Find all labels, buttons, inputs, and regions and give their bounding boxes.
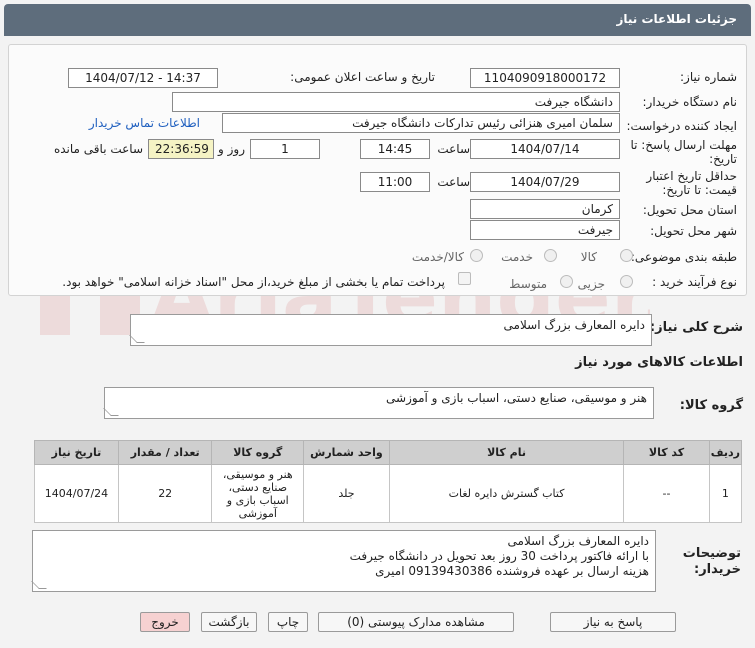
- process-label: نوع فرآیند خرید :: [652, 275, 737, 289]
- city-label: شهر محل تحویل:: [650, 224, 737, 238]
- cell-row-number: 1: [708, 464, 743, 523]
- announce-label: تاریخ و ساعت اعلان عمومی:: [290, 70, 435, 84]
- goods-group-text: هنر و موسیقی، صنایع دستی، اسباب بازی و آ…: [386, 391, 647, 405]
- page-title: جزئیات اطلاعات نیاز: [616, 12, 737, 26]
- notes-label-buyer: خریدار:: [694, 562, 741, 577]
- process-option-medium: متوسط: [509, 277, 547, 291]
- print-button[interactable]: چاپ: [268, 612, 308, 632]
- exit-button[interactable]: خروج: [140, 612, 190, 632]
- cell-group: هنر و موسیقی، صنایع دستی، اسباب بازی و آ…: [211, 464, 305, 523]
- treasury-checkbox[interactable]: [458, 272, 471, 285]
- notes-line-2: با ارائه فاکتور پرداخت 30 روز بعد تحویل …: [349, 549, 649, 563]
- attachments-button[interactable]: مشاهده مدارک پیوستی (0): [318, 612, 514, 632]
- validity-label-date: قیمت: تا تاریخ:: [662, 183, 737, 197]
- days-label: روز و: [218, 142, 245, 156]
- deadline-label: مهلت ارسال پاسخ: تا: [630, 138, 737, 152]
- goods-table: ردیف کد کالا نام کالا واحد شمارش گروه کا…: [34, 440, 743, 523]
- col-row-number: ردیف: [708, 440, 743, 465]
- table-row: 1 -- کتاب گسترش دایره لغات جلد هنر و موس…: [34, 464, 743, 523]
- process-option-minor: جزیی: [577, 277, 605, 291]
- summary-label: شرح کلی نیاز:: [649, 320, 743, 335]
- summary-textarea[interactable]: دایره المعارف بزرگ اسلامی: [129, 314, 652, 346]
- col-unit: واحد شمارش: [303, 440, 390, 465]
- validity-time-field: 11:00: [360, 172, 430, 192]
- validity-label: حداقل تاریخ اعتبار: [646, 169, 737, 183]
- buyer-org-label: نام دستگاه خریدار:: [642, 95, 738, 109]
- city-field: جیرفت: [470, 220, 620, 240]
- province-field: کرمان: [470, 199, 620, 219]
- page-header: جزئیات اطلاعات نیاز: [4, 4, 751, 36]
- creator-label: ایجاد کننده درخواست:: [626, 119, 737, 133]
- cell-unit: جلد: [303, 464, 390, 523]
- days-remaining-field: 1: [250, 139, 320, 159]
- resize-grip-icon[interactable]: [31, 581, 47, 589]
- deadline-label-date: تاریخ:: [709, 152, 737, 166]
- remaining-time-field: 22:36:59: [148, 139, 214, 159]
- col-need-date: تاریخ نیاز: [34, 440, 119, 465]
- notes-line-1: دایره المعارف بزرگ اسلامی: [507, 534, 649, 548]
- goods-group-label: گروه کالا:: [679, 398, 743, 413]
- cell-item-name: کتاب گسترش دایره لغات: [388, 464, 625, 523]
- goods-info-title: اطلاعات کالاهای مورد نیاز: [575, 355, 743, 370]
- notes-label: توضیحات: [682, 546, 741, 561]
- back-button[interactable]: بازگشت: [201, 612, 257, 632]
- col-item-name: نام کالا: [388, 440, 625, 465]
- deadline-time-field: 14:45: [360, 139, 430, 159]
- deadline-date-field: 1404/07/14: [470, 139, 620, 159]
- category-label: طبقه بندی موضوعی:: [630, 250, 737, 264]
- category-radio-service[interactable]: [544, 249, 557, 262]
- process-radio-minor[interactable]: [620, 275, 633, 288]
- goods-group-textarea[interactable]: هنر و موسیقی، صنایع دستی، اسباب بازی و آ…: [103, 387, 654, 419]
- category-option-goods-service: کالا/خدمت: [411, 250, 464, 264]
- category-radio-goods[interactable]: [620, 249, 633, 262]
- need-number-field: 1104090918000172: [470, 68, 620, 88]
- category-option-goods: کالا: [580, 250, 597, 264]
- announce-datetime-field: 1404/07/12 - 14:37: [68, 68, 218, 88]
- notes-line-3: هزینه ارسال بر عهده فروشنده 09139430386 …: [375, 564, 649, 578]
- col-group: گروه کالا: [211, 440, 305, 465]
- process-radio-medium[interactable]: [560, 275, 573, 288]
- cell-item-code: --: [623, 464, 710, 523]
- col-item-code: کد کالا: [623, 440, 710, 465]
- resize-grip-icon[interactable]: [129, 335, 145, 343]
- category-option-service: خدمت: [501, 250, 533, 264]
- reply-button[interactable]: پاسخ به نیاز: [550, 612, 676, 632]
- resize-grip-icon[interactable]: [103, 408, 119, 416]
- treasury-note: پرداخت تمام یا بخشی از مبلغ خرید،از محل …: [62, 275, 445, 289]
- buyer-contact-link[interactable]: اطلاعات تماس خریدار: [89, 116, 200, 130]
- col-quantity: تعداد / مقدار: [117, 440, 213, 465]
- need-number-label: شماره نیاز:: [680, 70, 737, 84]
- province-label: استان محل تحویل:: [642, 203, 737, 217]
- remaining-label: ساعت باقی مانده: [53, 142, 143, 156]
- buyer-org-field: دانشگاه جیرفت: [172, 92, 620, 112]
- buyer-notes-textarea[interactable]: دایره المعارف بزرگ اسلامی با ارائه فاکتو…: [31, 530, 656, 592]
- creator-field: سلمان امیری هنزائی رئیس تدارکات دانشگاه …: [222, 113, 620, 133]
- validity-time-label: ساعت: [437, 175, 470, 189]
- cell-need-date: 1404/07/24: [34, 464, 119, 523]
- cell-quantity: 22: [117, 464, 213, 523]
- validity-date-field: 1404/07/29: [470, 172, 620, 192]
- category-radio-goods-service[interactable]: [470, 249, 483, 262]
- goods-table-header: ردیف کد کالا نام کالا واحد شمارش گروه کا…: [34, 440, 743, 465]
- deadline-time-label: ساعت: [437, 142, 470, 156]
- summary-text: دایره المعارف بزرگ اسلامی: [503, 318, 645, 332]
